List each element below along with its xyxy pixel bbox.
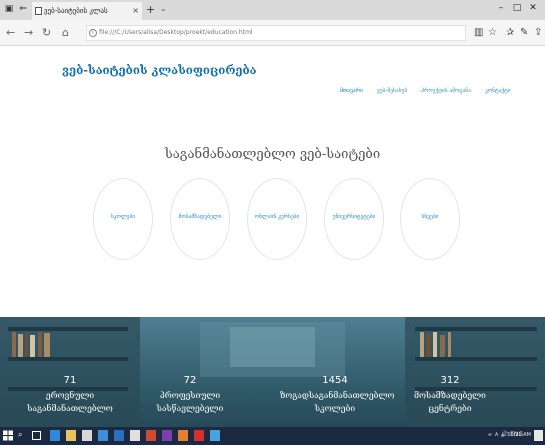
stat-label-line: ეროვნული [45,391,95,401]
back-arrow-icon[interactable]: ← [6,26,15,40]
back-tabs-icon[interactable]: ⇐ [18,4,28,14]
stat-label: ეროვნული საგანმანათლებლო [15,390,125,416]
tab-actions-icon[interactable]: ▣ [4,4,14,14]
windows-taskbar: ⌕ ᨀ ∧ 🔊 ENG 10:21 AM [0,427,545,445]
stat-label: მოსამზადებელი ცენტრები [395,390,505,416]
category-label: სკოლები [110,214,136,220]
nav-item-contact[interactable]: კონტაქტი [485,88,511,94]
site-title[interactable]: ვებ-საიტების კლასიფიცირება [62,63,257,77]
stat-number: 1454 [322,375,348,386]
notes-icon[interactable]: ✎ [520,26,528,40]
browser-tab[interactable]: ვებ-საიტების კლას × [32,2,142,20]
app-icon[interactable] [194,430,204,441]
stat-label-line: საგანმანათლებლო [27,404,113,414]
stat-label-line: მოსამზადებელი [414,391,486,401]
nav-item-about[interactable]: ვებ-შესახებ [377,88,407,94]
word-icon[interactable] [114,430,124,441]
forward-arrow-icon[interactable]: → [24,26,33,40]
tab-title: ვებ-საიტების კლას [44,7,108,15]
nav-item-home[interactable]: მთავარი [340,88,363,94]
stat-label: ზოგადსაგანმანათლებლო სკოლები [280,390,395,416]
category-circle-other[interactable]: სხვები [400,178,460,260]
tab-close-icon[interactable]: × [132,2,139,20]
section-title: საგანმანათლებლო ვებ-საიტები [164,147,381,162]
browser-address-bar: ← → ↻ ⌂ i file:///C:/Users/alisa/Desktop… [0,20,545,46]
maximize-button[interactable]: □ [509,3,525,13]
edge-app-icon[interactable] [50,430,60,441]
category-label: მოსამზადებელი [178,214,222,220]
app-icon[interactable] [130,430,140,441]
stat-label-line: სკოლები [314,404,356,414]
info-icon[interactable]: i [89,29,97,37]
windows-start-icon[interactable] [3,430,13,441]
stat-number: 312 [440,375,460,386]
clock[interactable]: 10:21 AM [507,432,531,438]
refresh-icon[interactable]: ↻ [42,26,51,40]
search-icon[interactable]: ⌕ [18,430,28,441]
browser-tab-bar: ▣ ⇐ ვებ-საიტების კლას × + ⌄ – □ ✕ [0,0,545,20]
file-explorer-icon[interactable] [66,430,76,441]
category-label: უნივერსიტეტები [332,214,376,220]
stat-number: 72 [183,375,197,386]
url-input[interactable]: i file:///C:/Users/alisa/Desktop/proekt/… [86,25,466,41]
nav-item-project[interactable]: პროექტის ამოცანა [421,88,471,94]
favorite-star-icon[interactable]: ☆ [488,26,497,40]
minimize-button[interactable]: – [493,3,509,13]
category-circle-prep[interactable]: მოსამზადებელი [170,178,230,260]
mail-icon[interactable] [98,430,108,441]
reading-view-icon[interactable]: ▥ [474,26,483,40]
store-icon[interactable] [82,430,92,441]
stats-banner: 71 ეროვნული საგანმანათლებლო 72 პროფესიულ… [0,317,545,427]
url-text: file:///C:/Users/alisa/Desktop/proekt/ed… [99,29,253,36]
app-icon[interactable] [162,430,172,441]
page-icon [35,7,42,15]
share-icon[interactable]: ⇪ [534,26,542,40]
favorites-list-icon[interactable]: ✰ [506,26,514,40]
stat-label-line: სასწავლებელი [156,404,224,414]
category-circle-universities[interactable]: უნივერსიტეტები [324,178,384,260]
stat-label: პროფესიული სასწავლებელი [135,390,245,416]
category-label: ონლაინ კურსები [254,214,300,220]
category-circle-online[interactable]: ონლაინ კურსები [247,178,307,260]
app-icon[interactable] [178,430,188,441]
new-tab-button[interactable]: + [146,3,155,17]
notification-icon[interactable] [534,430,543,441]
tab-menu-chevron-icon[interactable]: ⌄ [160,4,167,13]
app-icon[interactable] [210,430,220,441]
task-view-icon[interactable] [32,431,41,440]
category-circle-schools[interactable]: სკოლები [93,178,153,260]
close-window-button[interactable]: ✕ [525,3,541,13]
stat-label-line: ზოგადსაგანმანათლებლო [280,391,395,401]
web-page: ვებ-საიტების კლასიფიცირება მთავარი ვებ-შე… [0,47,545,427]
stat-number: 71 [63,375,77,386]
home-icon[interactable]: ⌂ [62,26,69,40]
window-controls: – □ ✕ [493,3,541,13]
category-label: სხვები [421,214,439,220]
stat-label-line: ცენტრები [428,404,472,414]
stat-label-line: პროფესიული [159,391,221,401]
powerpoint-icon[interactable] [146,430,156,441]
main-nav: მთავარი ვებ-შესახებ პროექტის ამოცანა კონტაქ… [340,77,525,96]
